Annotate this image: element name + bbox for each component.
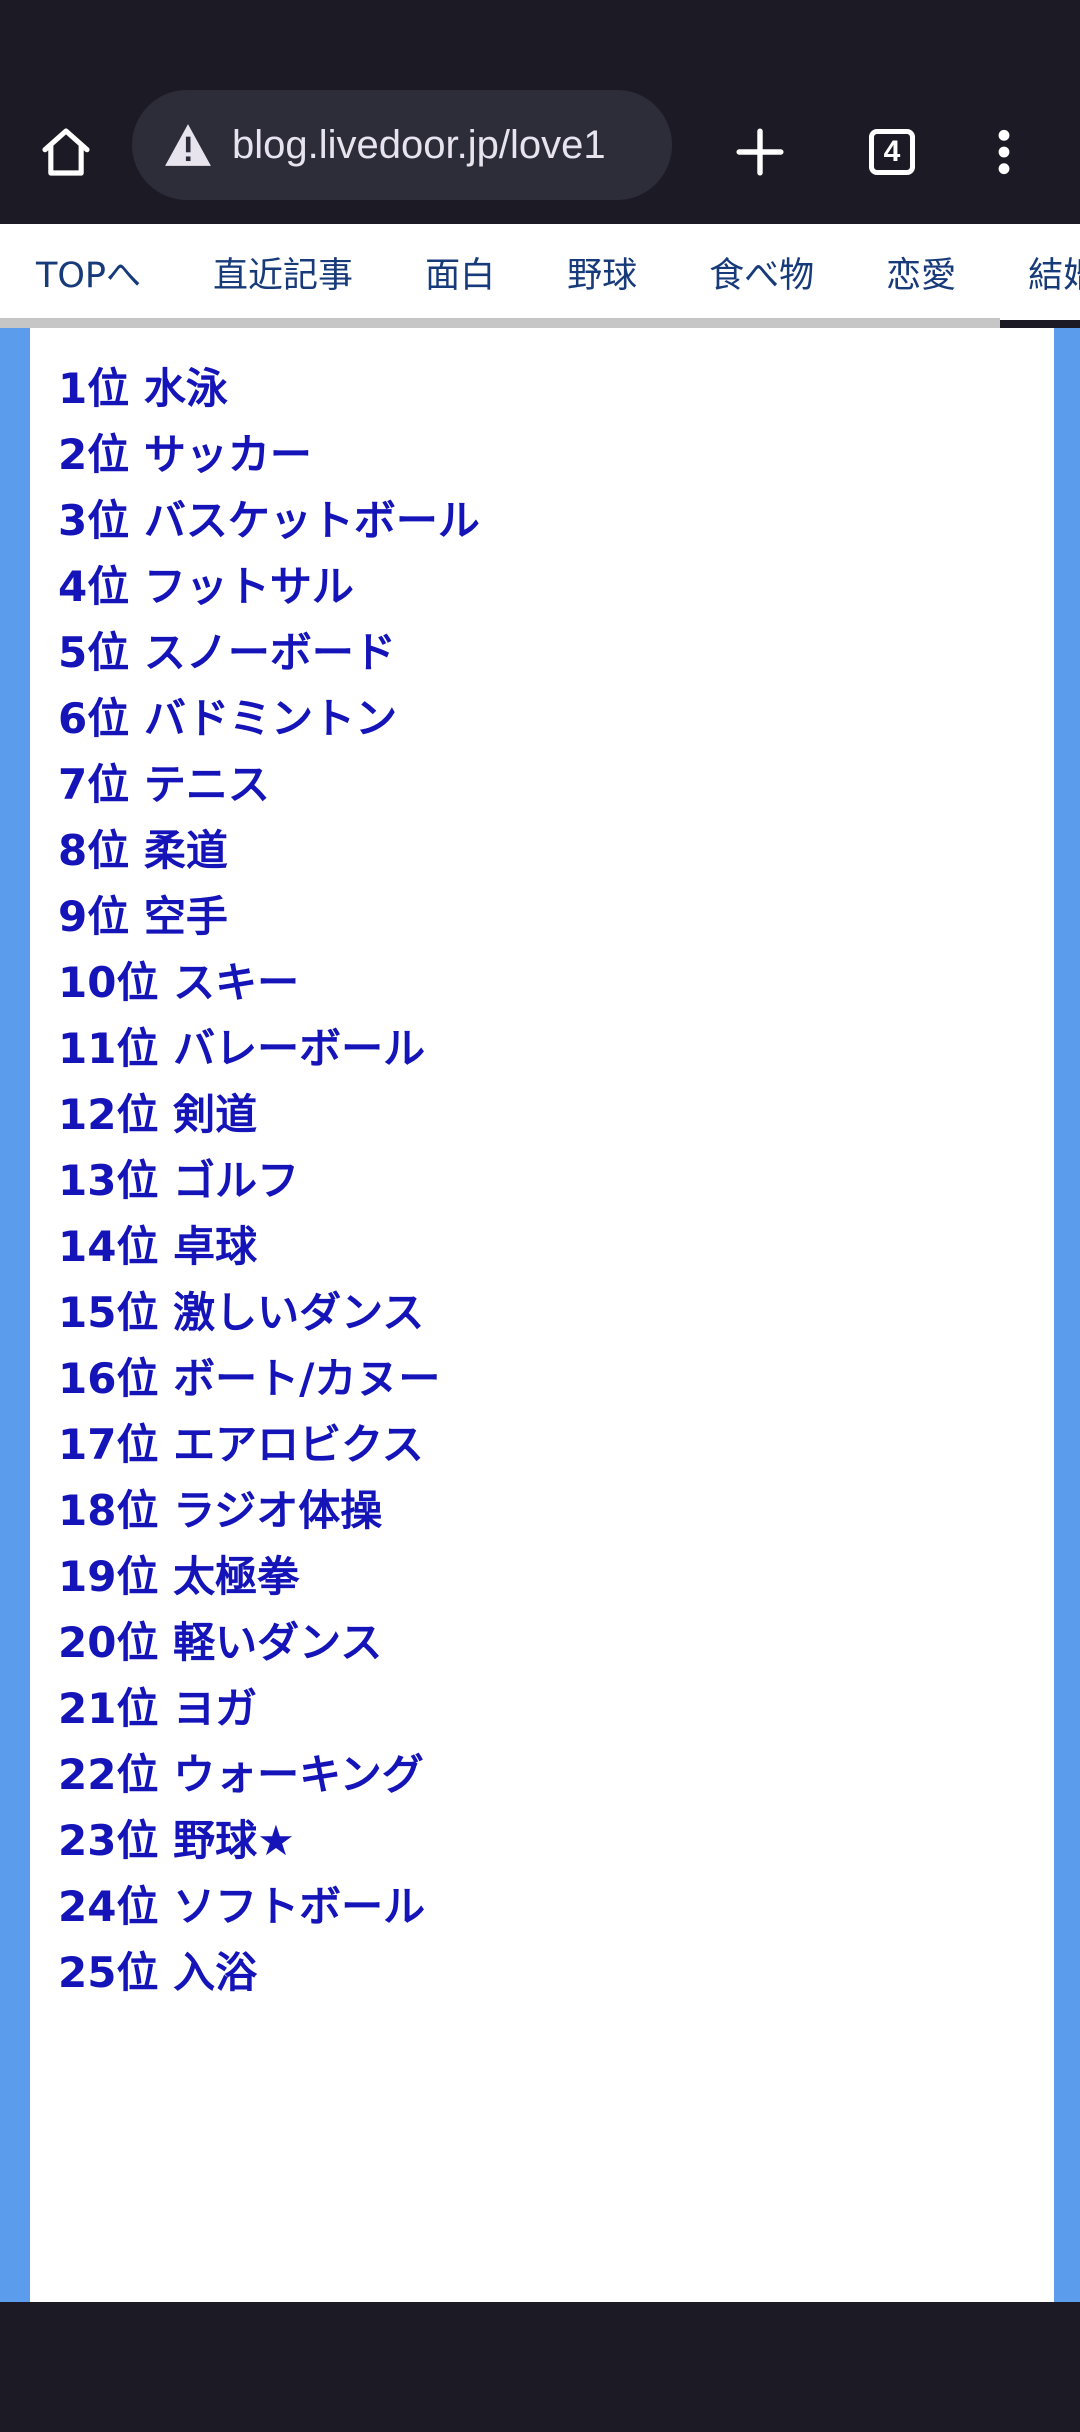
ranking-list: 1位 水泳 2位 サッカー 3位 バスケットボール 4位 フットサル 5位 スノ… xyxy=(58,356,480,2006)
ranking-item: 6位 バドミントン xyxy=(58,694,398,743)
home-icon xyxy=(42,128,90,176)
ranking-item: 23位 野球★ xyxy=(58,1816,295,1865)
ranking-item: 14位 卓球 xyxy=(58,1222,258,1271)
home-button[interactable] xyxy=(26,112,106,192)
ranking-item: 16位 ボート/カヌー xyxy=(58,1354,441,1403)
ranking-item: 5位 スノーボード xyxy=(58,628,396,677)
nav-item-marriage[interactable]: 結婚 xyxy=(1028,247,1080,298)
ranking-item: 19位 太極拳 xyxy=(58,1552,300,1601)
tab-switcher-button[interactable]: 4 xyxy=(852,112,932,192)
site-nav-items: TOPへ 直近記事 面白 野球 食べ物 恋愛 結婚 xyxy=(36,224,1080,320)
ranking-item: 3位 バスケットボール xyxy=(58,496,480,545)
ranking-item: 4位 フットサル xyxy=(58,562,354,611)
menu-button[interactable] xyxy=(964,112,1044,192)
nav-item-funny[interactable]: 面白 xyxy=(425,247,495,298)
new-tab-button[interactable] xyxy=(720,112,800,192)
ranking-item: 12位 剣道 xyxy=(58,1090,258,1139)
ranking-item: 20位 軽いダンス xyxy=(58,1618,383,1667)
url-text: blog.livedoor.jp/love1 xyxy=(232,122,606,167)
ranking-item: 21位 ヨガ xyxy=(58,1684,258,1733)
ranking-item: 24位 ソフトボール xyxy=(58,1882,426,1931)
ranking-item: 2位 サッカー xyxy=(58,430,312,479)
article-content: 1位 水泳 2位 サッカー 3位 バスケットボール 4位 フットサル 5位 スノ… xyxy=(30,328,1054,2302)
nav-scrollbar[interactable] xyxy=(0,318,1000,328)
ranking-item: 15位 激しいダンス xyxy=(58,1288,425,1337)
warning-icon[interactable] xyxy=(160,117,216,173)
ranking-item: 22位 ウォーキング xyxy=(58,1750,424,1799)
ranking-item: 10位 スキー xyxy=(58,958,300,1007)
browser-toolbar: blog.livedoor.jp/love1 4 xyxy=(0,80,1080,224)
nav-item-baseball[interactable]: 野球 xyxy=(567,247,637,298)
ranking-item: 11位 バレーボール xyxy=(58,1024,426,1073)
site-nav: TOPへ 直近記事 面白 野球 食べ物 恋愛 結婚 xyxy=(0,224,1080,320)
plus-icon xyxy=(736,128,784,176)
tab-count: 4 xyxy=(869,129,915,175)
ranking-item: 13位 ゴルフ xyxy=(58,1156,300,1205)
ranking-item: 18位 ラジオ体操 xyxy=(58,1486,383,1535)
nav-item-top[interactable]: TOPへ xyxy=(36,247,141,298)
nav-item-love[interactable]: 恋愛 xyxy=(886,247,956,298)
ranking-item: 9位 空手 xyxy=(58,892,228,941)
nav-item-recent[interactable]: 直近記事 xyxy=(213,247,353,298)
ranking-item: 1位 水泳 xyxy=(58,364,228,413)
ranking-item: 8位 柔道 xyxy=(58,826,228,875)
ranking-item: 7位 テニス xyxy=(58,760,270,809)
ranking-item: 25位 入浴 xyxy=(58,1948,258,1997)
status-bar xyxy=(0,0,1080,80)
url-bar[interactable]: blog.livedoor.jp/love1 xyxy=(132,90,672,200)
more-vert-icon xyxy=(998,129,1010,175)
nav-item-food[interactable]: 食べ物 xyxy=(709,247,814,298)
ranking-item: 17位 エアロビクス xyxy=(58,1420,424,1469)
system-navigation-bar xyxy=(0,2302,1080,2432)
